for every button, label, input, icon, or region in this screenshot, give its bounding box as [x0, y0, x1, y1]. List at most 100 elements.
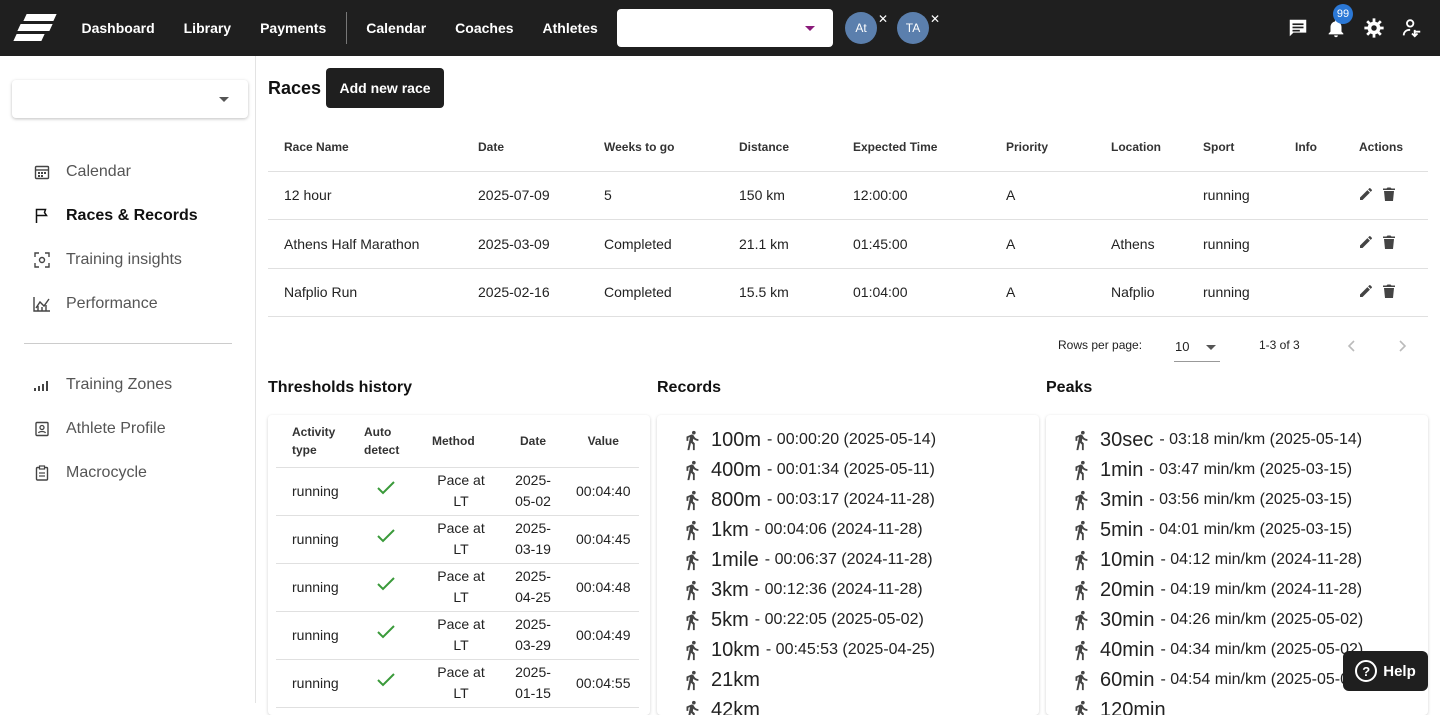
record-distance: 3km — [711, 579, 749, 602]
nav-athletes[interactable]: Athletes — [528, 20, 612, 36]
help-button[interactable]: ? Help — [1343, 651, 1428, 691]
edit-pencil-icon[interactable] — [1359, 235, 1375, 251]
previous-page-chevron-icon[interactable] — [1342, 336, 1362, 356]
sidebar-item-athlete-profile[interactable]: Athlete Profile — [32, 417, 166, 441]
table-row[interactable]: Nafplio Run 2025-02-16 Completed 15.5 km… — [268, 268, 1428, 317]
running-person-icon — [1070, 489, 1092, 511]
column-header[interactable]: Race Name — [268, 124, 462, 171]
next-page-chevron-icon[interactable] — [1392, 336, 1412, 356]
chat-icon[interactable] — [1286, 16, 1310, 40]
nav-dashboard[interactable]: Dashboard — [67, 20, 169, 36]
auto-detect-cell — [356, 515, 424, 563]
running-person-icon — [681, 459, 703, 481]
value-cell: 00:04:55 — [568, 659, 639, 707]
athlete-chip-avatar[interactable]: TA — [897, 12, 929, 44]
location-cell: Nafplio — [1095, 268, 1187, 317]
add-new-race-button[interactable]: Add new race — [326, 68, 444, 108]
race-name-cell: Athens Half Marathon — [268, 220, 462, 269]
column-header[interactable]: Activity type — [276, 415, 356, 467]
help-label: Help — [1383, 663, 1416, 680]
running-person-icon — [1070, 549, 1092, 571]
running-person-icon — [1070, 579, 1092, 601]
sidebar-item-label: Macrocycle — [66, 464, 147, 482]
distance-cell: 150 km — [723, 171, 837, 220]
table-row[interactable]: Athens Half Marathon 2025-03-09 Complete… — [268, 220, 1428, 269]
table-row[interactable]: 12 hour 2025-07-09 5 150 km 12:00:00 A r… — [268, 171, 1428, 220]
calendar-icon — [32, 162, 52, 182]
date-cell: 2025-03-09 — [462, 220, 588, 269]
nav-library[interactable]: Library — [169, 20, 245, 36]
priority-cell: A — [990, 171, 1095, 220]
delete-trash-icon[interactable] — [1383, 235, 1399, 251]
record-value: - 04:12 min/km (2024-11-28) — [1160, 551, 1362, 569]
remove-athlete-icon[interactable]: ✕ — [878, 12, 888, 26]
sidebar-select[interactable] — [12, 80, 248, 118]
column-header[interactable]: Distance — [723, 124, 837, 171]
table-row[interactable]: runningPace at LT2025-01-1500:04:55 — [276, 659, 639, 707]
gear-icon[interactable] — [1362, 16, 1386, 40]
method-cell: Pace at LT — [424, 467, 498, 515]
athlete-chip-avatar[interactable]: At — [845, 12, 877, 44]
distance-cell: 21.1 km — [723, 220, 837, 269]
main-content: Races Add new race Race Name Date Weeks … — [256, 56, 1440, 703]
sidebar-item-training-zones[interactable]: Training Zones — [32, 373, 172, 397]
delete-trash-icon[interactable] — [1383, 187, 1399, 203]
app-logo[interactable] — [15, 14, 55, 42]
user-switch-icon[interactable] — [1400, 16, 1424, 40]
table-row[interactable]: runningPace at LT2025-03-2900:04:49 — [276, 611, 639, 659]
record-item: 800m- 00:03:17 (2024-11-28) — [681, 485, 1039, 515]
column-header[interactable]: Expected Time — [837, 124, 990, 171]
running-person-icon — [681, 519, 703, 541]
column-header[interactable]: Date — [498, 415, 568, 467]
record-distance: 30min — [1100, 609, 1154, 632]
table-row[interactable]: runningPace at LT2025-05-0200:04:40 — [276, 467, 639, 515]
method-cell: Pace at LT — [424, 515, 498, 563]
date-cell: 2025-03-29 — [498, 611, 568, 659]
edit-pencil-icon[interactable] — [1359, 187, 1375, 203]
record-distance: 400m — [711, 459, 761, 482]
notifications-bell-icon[interactable]: 99 — [1324, 16, 1348, 40]
column-header[interactable]: Auto detect — [356, 415, 424, 467]
column-header[interactable]: Weeks to go — [588, 124, 723, 171]
activity-type-cell: running — [276, 563, 356, 611]
delete-trash-icon[interactable] — [1383, 284, 1399, 300]
peak-item: 3min- 03:56 min/km (2025-03-15) — [1070, 485, 1428, 515]
column-header[interactable]: Method — [424, 415, 498, 467]
chart-icon — [32, 294, 52, 314]
nav-coaches[interactable]: Coaches — [441, 20, 528, 36]
table-row[interactable]: runningPace at LT2025-03-1900:04:45 — [276, 515, 639, 563]
column-header[interactable]: Location — [1095, 124, 1187, 171]
column-header[interactable]: Date — [462, 124, 588, 171]
record-distance: 800m — [711, 489, 761, 512]
record-distance: 1mile — [711, 549, 759, 572]
athlete-select[interactable] — [617, 9, 833, 47]
sidebar-item-training-insights[interactable]: Training insights — [32, 248, 182, 272]
nav-payments[interactable]: Payments — [246, 20, 341, 36]
peak-item: 30sec- 03:18 min/km (2025-05-14) — [1070, 425, 1428, 455]
column-header[interactable]: Sport — [1187, 124, 1279, 171]
actions-cell — [1343, 171, 1428, 220]
record-value: - 03:56 min/km (2025-03-15) — [1149, 491, 1352, 509]
activity-type-cell: running — [276, 515, 356, 563]
priority-cell: A — [990, 268, 1095, 317]
edit-pencil-icon[interactable] — [1359, 284, 1375, 300]
record-value: - 00:01:34 (2025-05-11) — [767, 461, 935, 479]
remove-athlete-icon[interactable]: ✕ — [930, 12, 940, 26]
sidebar-item-performance[interactable]: Performance — [32, 292, 158, 316]
running-person-icon — [681, 609, 703, 631]
rows-per-page-select[interactable]: 10 — [1174, 334, 1220, 362]
sidebar-item-macrocycle[interactable]: Macrocycle — [32, 461, 147, 485]
value-cell: 00:04:40 — [568, 467, 639, 515]
sidebar-item-calendar[interactable]: Calendar — [32, 160, 131, 184]
expected-time-cell: 01:45:00 — [837, 220, 990, 269]
column-header[interactable]: Value — [568, 415, 639, 467]
race-name-cell: Nafplio Run — [268, 268, 462, 317]
sidebar-item-races-records[interactable]: Races & Records — [32, 204, 198, 228]
races-table: Race Name Date Weeks to go Distance Expe… — [268, 124, 1428, 317]
column-header[interactable]: Priority — [990, 124, 1095, 171]
expected-time-cell: 12:00:00 — [837, 171, 990, 220]
check-icon — [376, 531, 396, 547]
value-cell: 00:04:48 — [568, 563, 639, 611]
nav-calendar[interactable]: Calendar — [352, 20, 441, 36]
table-row[interactable]: runningPace at LT2025-04-2500:04:48 — [276, 563, 639, 611]
